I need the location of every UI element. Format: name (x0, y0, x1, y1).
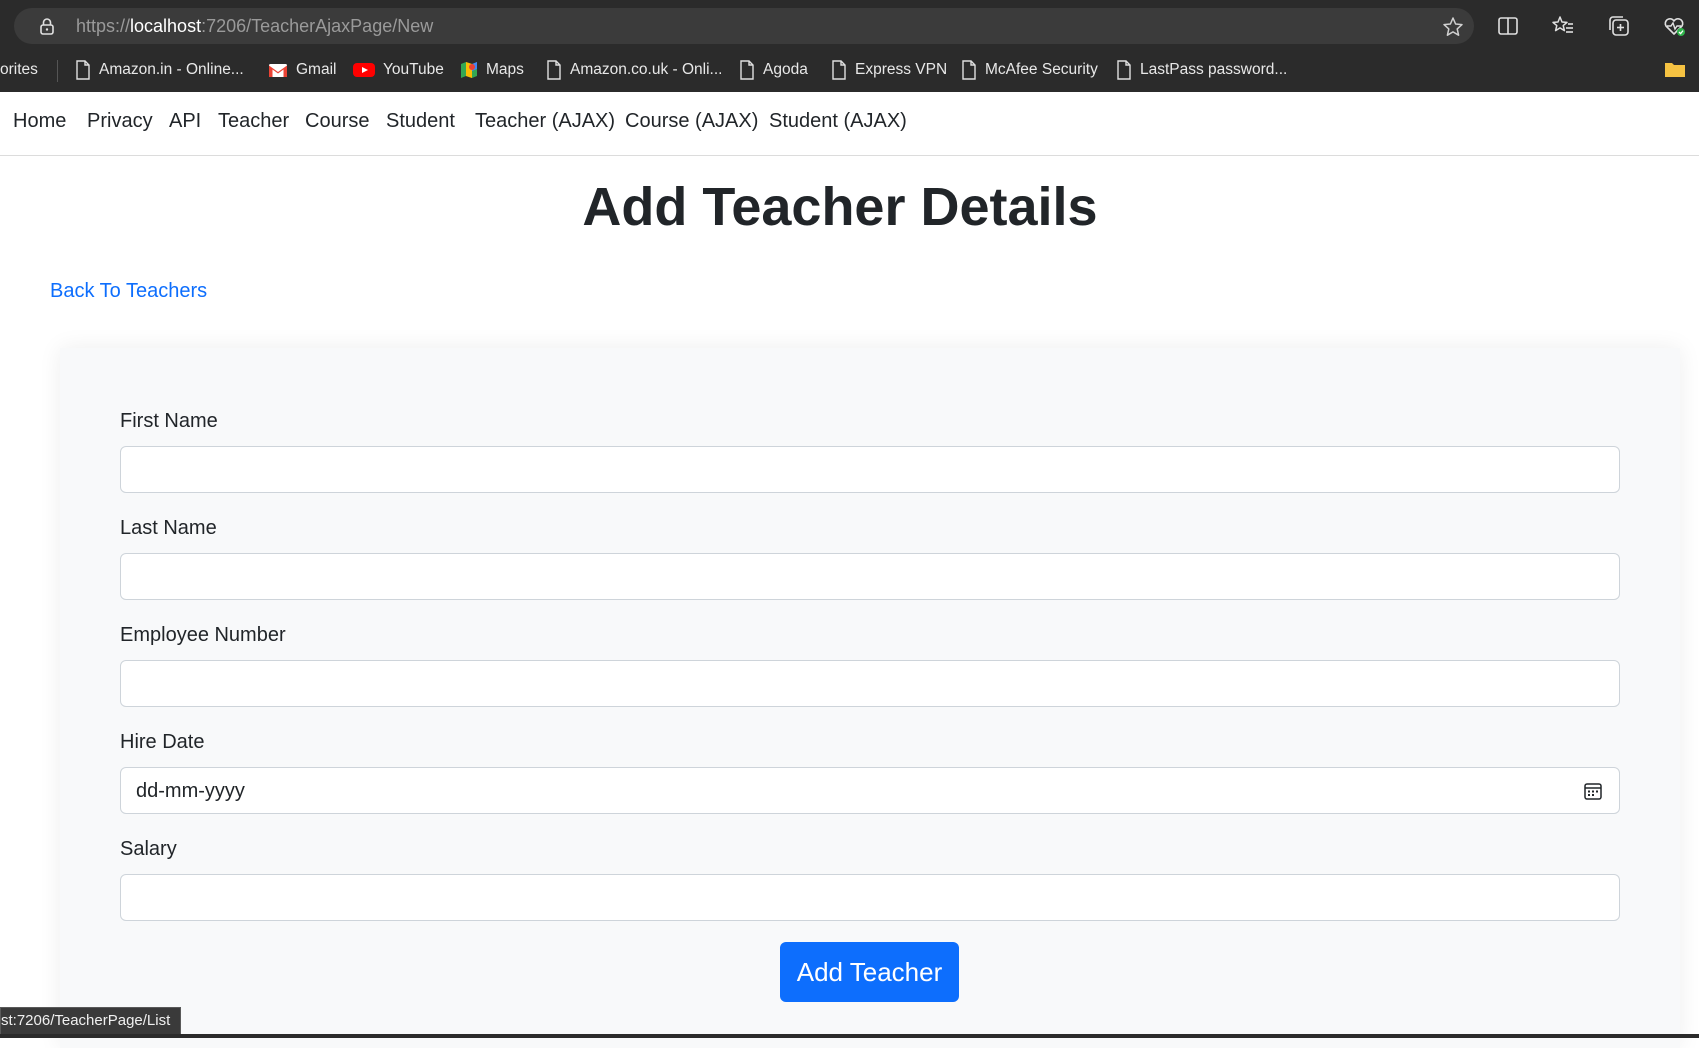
url-host: localhost (130, 16, 202, 36)
bookmark-favorites[interactable]: orites (0, 58, 38, 82)
window-bottom-edge (0, 1034, 1699, 1038)
bookmark-label: Maps (486, 61, 524, 78)
nav-teacher-ajax[interactable]: Teacher (AJAX) (475, 110, 615, 133)
page-icon (1117, 60, 1131, 80)
bookmark-mcafee[interactable]: McAfee Security (961, 58, 1098, 82)
address-url[interactable]: https://localhost:7206/TeacherAjaxPage/N… (76, 16, 433, 37)
bookmark-label: Express VPN (855, 61, 948, 78)
page-icon (740, 60, 754, 80)
bookmark-label: Gmail (296, 61, 337, 78)
bookmark-label: Agoda (763, 61, 808, 78)
bookmark-youtube[interactable]: YouTube (353, 58, 444, 82)
calendar-icon[interactable] (1583, 781, 1603, 801)
hire-date-input[interactable]: dd-mm-yyyy (120, 767, 1620, 814)
browser-essentials-icon[interactable] (1662, 14, 1686, 38)
gmail-icon (269, 64, 287, 77)
other-favorites-folder-icon[interactable] (1664, 60, 1686, 78)
bookmark-gmail[interactable]: Gmail (268, 58, 336, 82)
favorites-icon[interactable] (1551, 14, 1575, 38)
browser-chrome: https://localhost:7206/TeacherAjaxPage/N… (0, 0, 1699, 92)
salary-input[interactable] (120, 874, 1620, 921)
bookmark-lastpass[interactable]: LastPass password... (1116, 58, 1287, 82)
bookmark-express-vpn[interactable]: Express VPN (831, 58, 947, 82)
page-icon (76, 60, 90, 80)
bookmark-label: LastPass password... (1140, 61, 1288, 78)
bookmark-label: YouTube (383, 61, 444, 78)
back-to-teachers-link[interactable]: Back To Teachers (50, 280, 207, 303)
nav-api[interactable]: API (169, 110, 201, 133)
nav-student-ajax[interactable]: Student (AJAX) (769, 110, 907, 133)
hire-date-placeholder: dd-mm-yyyy (136, 780, 245, 802)
first-name-input[interactable] (120, 446, 1620, 493)
nav-privacy[interactable]: Privacy (87, 110, 153, 133)
bookmark-maps[interactable]: Maps (460, 58, 524, 82)
lock-icon (40, 18, 54, 35)
nav-student[interactable]: Student (386, 110, 455, 133)
address-bar[interactable]: https://localhost:7206/TeacherAjaxPage/N… (14, 8, 1474, 44)
bookmark-label: Amazon.in - Online... (99, 61, 244, 78)
hire-date-label: Hire Date (120, 731, 205, 753)
split-screen-icon[interactable] (1496, 14, 1520, 38)
salary-label: Salary (120, 838, 177, 860)
last-name-input[interactable] (120, 553, 1620, 600)
nav-course-ajax[interactable]: Course (AJAX) (625, 110, 758, 133)
bookmarks-bar: orites Amazon.in - Online... Gmail YouTu… (0, 52, 1699, 86)
status-bar-url: st:7206/TeacherPage/List (0, 1007, 182, 1035)
bookmark-amazon-in[interactable]: Amazon.in - Online... (75, 58, 244, 82)
page-icon (832, 60, 846, 80)
last-name-label: Last Name (120, 517, 217, 539)
add-teacher-button[interactable]: Add Teacher (780, 942, 959, 1002)
add-teacher-form: First Name Last Name Employee Number Hir… (60, 348, 1680, 1048)
bookmark-label: Amazon.co.uk - Onli... (570, 61, 723, 78)
first-name-label: First Name (120, 410, 218, 432)
page-title: Add Teacher Details (582, 177, 1098, 237)
bookmark-label: McAfee Security (985, 61, 1098, 78)
bookmark-separator (57, 60, 58, 82)
youtube-icon (353, 63, 375, 77)
employee-number-label: Employee Number (120, 624, 286, 646)
url-scheme: https:// (76, 16, 131, 36)
employee-number-input[interactable] (120, 660, 1620, 707)
url-path: :7206/TeacherAjaxPage/New (201, 16, 434, 36)
nav-course[interactable]: Course (305, 110, 369, 133)
collections-icon[interactable] (1607, 14, 1631, 38)
bookmark-amazon-co-uk[interactable]: Amazon.co.uk - Onli... (546, 58, 722, 82)
site-navbar: Home Privacy API Teacher Course Student … (0, 92, 1699, 156)
nav-teacher[interactable]: Teacher (218, 110, 289, 133)
page-icon (547, 60, 561, 80)
page-icon (962, 60, 976, 80)
maps-icon (461, 62, 477, 78)
favorite-star-icon[interactable] (1442, 16, 1464, 38)
bookmark-label: orites (0, 61, 38, 78)
nav-home[interactable]: Home (13, 110, 66, 133)
bookmark-agoda[interactable]: Agoda (739, 58, 808, 82)
